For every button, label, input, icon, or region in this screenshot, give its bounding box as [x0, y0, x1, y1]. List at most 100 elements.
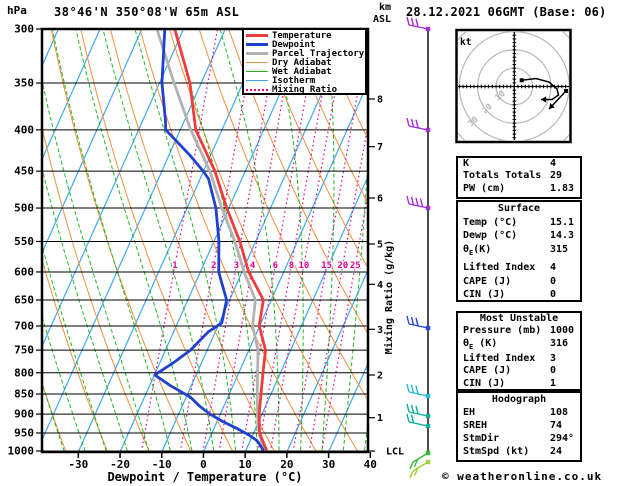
svg-text:40: 40 [364, 458, 377, 471]
svg-text:30: 30 [322, 458, 335, 471]
stats-label: CAPE (J) [463, 365, 512, 377]
stats-row: Dewp (°C) 14.3 [458, 229, 580, 243]
stats-value: 3 [550, 352, 557, 364]
svg-text:750: 750 [14, 344, 34, 357]
legend-item-label: Wet Adiabat [272, 66, 332, 77]
stats-value: 0 [550, 365, 557, 377]
stats-value: 1 [550, 377, 557, 389]
stats-row: θE(K) 315 [458, 243, 580, 261]
legend-item: Dewpoint [246, 40, 365, 49]
svg-text:300: 300 [14, 23, 34, 36]
svg-text:600: 600 [14, 265, 34, 278]
svg-text:800: 800 [14, 366, 34, 379]
stats-value: 294° [550, 433, 575, 444]
stats-label: StmSpd (kt) [463, 446, 530, 457]
stats-row: StmDir 294° [458, 432, 580, 445]
stats-value: 15.1 [550, 216, 575, 228]
hodograph: kt102030 [455, 28, 572, 144]
hodograph-marker [564, 89, 568, 93]
legend-item: Mixing Ratio [246, 85, 365, 94]
hodograph-marker [519, 78, 524, 83]
stats-label: θE (K) [463, 337, 498, 351]
legend-line-sample [246, 62, 268, 63]
legend-item-label: Isotherm [272, 75, 316, 86]
svg-text:450: 450 [14, 165, 34, 178]
svg-text:4: 4 [250, 261, 256, 271]
lcl-label: LCL [386, 447, 404, 458]
svg-text:5: 5 [377, 240, 383, 251]
legend-item-label: Parcel Trajectory [272, 48, 365, 59]
legend-item: Temperature [246, 31, 365, 40]
stats-row: θE (K) 316 [458, 338, 580, 353]
stats-label: Lifted Index [463, 352, 536, 364]
stats-label: Lifted Index [463, 261, 536, 273]
legend-item-label: Dry Adiabat [272, 57, 332, 68]
stats-value: 108 [550, 407, 569, 418]
stats-row: Temp (°C) 15.1 [458, 216, 580, 230]
stats-label: CIN (J) [463, 377, 506, 389]
svg-text:-30: -30 [68, 458, 88, 471]
legend: Temperature Dewpoint Parcel Trajectory Dry … [242, 28, 367, 95]
svg-text:2: 2 [377, 371, 383, 382]
legend-item-label: Mixing Ratio [272, 84, 338, 95]
stats-box-header: Most Unstable [479, 313, 559, 324]
stats-box: K 4 Totals Totals 29 PW (cm) 1.83 [456, 156, 582, 199]
stats-label: CAPE (J) [463, 275, 512, 287]
legend-item-label: Temperature [272, 30, 332, 41]
stats-row: Pressure (mb) 1000 [458, 325, 580, 337]
stats-box-header: Hodograph [491, 394, 547, 405]
stats-row: CIN (J) 0 [458, 288, 580, 302]
stats-label: K [463, 158, 470, 169]
legend-item-label: Dewpoint [272, 39, 316, 50]
stats-value: 0 [550, 289, 557, 301]
svg-text:10: 10 [299, 261, 310, 271]
svg-text:6: 6 [377, 194, 383, 205]
stats-value: 0 [550, 275, 557, 287]
km-axis-unit-label: km [379, 2, 392, 13]
svg-text:500: 500 [14, 202, 34, 215]
stats-row: Lifted Index 4 [458, 261, 580, 275]
stats-label: θE(K) [463, 244, 492, 258]
stats-row: CIN (J) 1 [458, 378, 580, 390]
stats-row: EH 108 [458, 406, 580, 419]
legend-line-sample [246, 43, 268, 46]
svg-text:850: 850 [14, 388, 34, 401]
km-axis-asl-label: ASL [373, 14, 392, 25]
legend-item: Isotherm [246, 76, 365, 85]
skewt-sounding-page: hPa 38°46'N 350°08'W 65m ASL 28.12.2021 … [0, 0, 629, 486]
stats-value: 1000 [550, 325, 575, 337]
stats-row: Lifted Index 3 [458, 353, 580, 365]
stats-value: 24 [550, 446, 563, 457]
stats-row: CAPE (J) 0 [458, 275, 580, 289]
mixing-ratio-axis-label: Mixing Ratio (g/kg) [383, 240, 395, 354]
svg-text:6: 6 [273, 261, 278, 271]
stats-row: StmSpd (kt) 24 [458, 445, 580, 458]
stats-value: 4 [550, 158, 557, 169]
svg-text:15: 15 [321, 261, 332, 271]
svg-text:1: 1 [377, 413, 383, 424]
svg-text:350: 350 [14, 77, 34, 90]
stats-value: 74 [550, 420, 563, 431]
stats-label: Temp (°C) [463, 216, 518, 228]
svg-text:400: 400 [14, 123, 34, 136]
svg-text:8: 8 [377, 95, 383, 106]
svg-text:700: 700 [14, 319, 34, 332]
stats-value: 1.83 [550, 182, 575, 194]
copyright: © weatheronline.co.uk [442, 470, 603, 483]
svg-text:1000: 1000 [8, 444, 35, 457]
stats-value: 315 [550, 244, 569, 256]
stats-label: EH [463, 407, 476, 418]
svg-text:4: 4 [377, 280, 383, 291]
legend-item: Wet Adiabat [246, 67, 365, 76]
stats-label: PW (cm) [463, 182, 506, 194]
svg-text:3: 3 [234, 261, 239, 271]
legend-line-sample [246, 80, 268, 81]
stats-label: StmDir [463, 433, 500, 444]
hodograph-unit-label: kt [460, 37, 471, 48]
stats-box: Surface Temp (°C) 15.1 Dewp (°C) 14.3 θE(K) 31… [456, 200, 582, 302]
svg-text:900: 900 [14, 408, 34, 421]
svg-text:950: 950 [14, 427, 34, 440]
stats-row: SREH 74 [458, 419, 580, 432]
legend-line-sample [246, 88, 268, 91]
svg-text:2: 2 [211, 261, 216, 271]
